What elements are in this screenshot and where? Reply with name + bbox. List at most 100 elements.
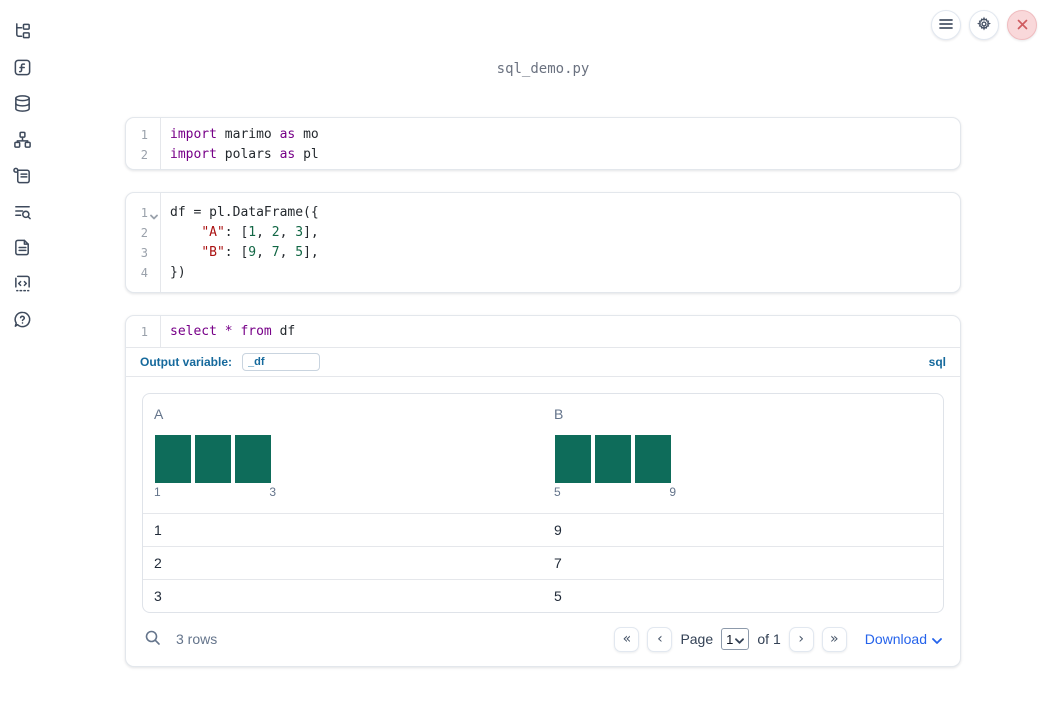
line-number-gutter: 1 [126,316,161,347]
code-token: "A" [201,225,225,240]
column-header-b[interactable]: B 5 9 [543,394,943,513]
code-token: , [256,245,272,260]
code-token: 3 [295,225,304,240]
page-select[interactable]: 1 [721,628,750,650]
snippets-icon [13,274,32,296]
column-histogram-a [155,435,271,483]
table-cell: 3 [154,588,162,604]
code-token: polars [216,147,280,162]
code-token: 2 [271,225,280,240]
help-icon [13,310,32,332]
column-header-a[interactable]: A 1 3 [143,394,543,513]
code-token: df [271,324,296,339]
chevron-left-icon: ‹ [657,631,663,647]
search-button[interactable] [144,629,162,650]
pagination-controls: « ‹ Page 1 of 1 › » Download [614,626,942,652]
chevrons-left-icon: « [622,631,632,647]
sql-options-bar: Output variable: sql [126,348,960,377]
code-cell-dataframe[interactable]: 1 2 3 4 df = pl.DataFrame({ "A": [1, 2, … [125,192,961,293]
row-count-label: 3 rows [176,631,218,647]
sidebar-item-snippets[interactable] [12,275,32,295]
document-icon [13,238,32,260]
histogram-bar [155,435,191,483]
sidebar-item-documentation[interactable] [12,239,32,259]
close-x-icon [1017,18,1028,33]
dataframe-table: A 1 3 B 5 9 1 9 2 7 3 5 [142,393,944,613]
histogram-axis-labels: 1 3 [154,485,276,499]
code-token: import [170,127,217,142]
notebook-filename[interactable]: sql_demo.py [125,61,961,77]
line-number: 2 [140,226,148,240]
table-row[interactable]: 3 5 [143,579,943,612]
sidebar-item-functions[interactable] [12,59,32,79]
sql-code-editor[interactable]: select * from df [161,316,960,347]
database-icon [13,94,32,116]
histogram-min-label: 5 [554,485,561,499]
first-page-button[interactable]: « [614,626,640,652]
prev-page-button[interactable]: ‹ [647,626,673,652]
sidebar-item-logs[interactable] [12,203,32,223]
column-label: B [554,406,564,422]
top-right-controls [931,10,1037,40]
sql-cell[interactable]: 1 select * from df Output variable: sql … [125,315,961,667]
table-cell: 5 [554,588,562,604]
table-footer: 3 rows « ‹ Page 1 of 1 › » Download [142,621,944,657]
output-variable-input[interactable] [242,353,321,371]
code-token: pl [295,147,319,162]
sidebar-item-datasources[interactable] [12,95,32,115]
code-token: as [279,127,296,142]
cell-output-area: A 1 3 B 5 9 1 9 2 7 3 5 3 rows « ‹ Page … [126,377,960,657]
code-editor[interactable]: import marimo as mo import polars as pl [161,118,960,169]
sql-editor-row[interactable]: 1 select * from df [126,316,960,348]
code-token: 1 [248,225,257,240]
code-token: 7 [271,245,280,260]
last-page-button[interactable]: » [821,626,847,652]
shutdown-button[interactable] [1007,10,1037,40]
next-page-button[interactable]: › [788,626,814,652]
line-number: 4 [140,266,148,280]
code-token: select [170,324,217,339]
line-number-gutter: 1 2 [126,118,161,169]
code-line: select * from df [170,322,960,342]
code-line: "A": [1, 2, 3], [170,223,960,243]
line-number: 1 [140,325,148,339]
download-label: Download [864,631,927,647]
code-token: : [ [224,225,249,240]
sidebar-item-dependency-graph[interactable] [12,131,32,151]
line-number: 1 [140,128,148,142]
histogram-bar [635,435,671,483]
code-token: marimo [216,127,280,142]
settings-button[interactable] [969,10,999,40]
page-label: Page [680,631,714,647]
sidebar-item-help[interactable] [12,311,32,331]
dependency-graph-icon [13,130,32,152]
function-icon [13,58,32,80]
menu-button[interactable] [931,10,961,40]
code-token: : [ [224,245,249,260]
table-row[interactable]: 1 9 [143,513,943,546]
code-token: 9 [248,245,257,260]
chevron-right-icon: › [798,631,805,647]
code-token: }) [170,265,186,280]
code-editor[interactable]: df = pl.DataFrame({ "A": [1, 2, 3], "B":… [161,193,960,292]
histogram-bar [595,435,631,483]
code-line: import marimo as mo [170,125,960,145]
sidebar-item-outline[interactable] [12,167,32,187]
page-select-value: 1 [726,631,734,647]
logs-search-icon [13,202,32,224]
fold-chevron-icon[interactable] [150,209,158,223]
sidebar-item-file-tree[interactable] [12,23,32,43]
code-cell-imports[interactable]: 1 2 import marimo as mo import polars as… [125,117,961,170]
line-number-gutter: 1 2 3 4 [126,193,161,292]
table-row[interactable]: 2 7 [143,546,943,579]
column-label: A [154,406,164,422]
file-tree-icon [13,22,32,44]
histogram-axis-labels: 5 9 [554,485,676,499]
code-token: ], [303,225,319,240]
histogram-bar [235,435,271,483]
chevrons-right-icon: » [829,631,839,647]
download-button[interactable]: Download [865,631,942,647]
